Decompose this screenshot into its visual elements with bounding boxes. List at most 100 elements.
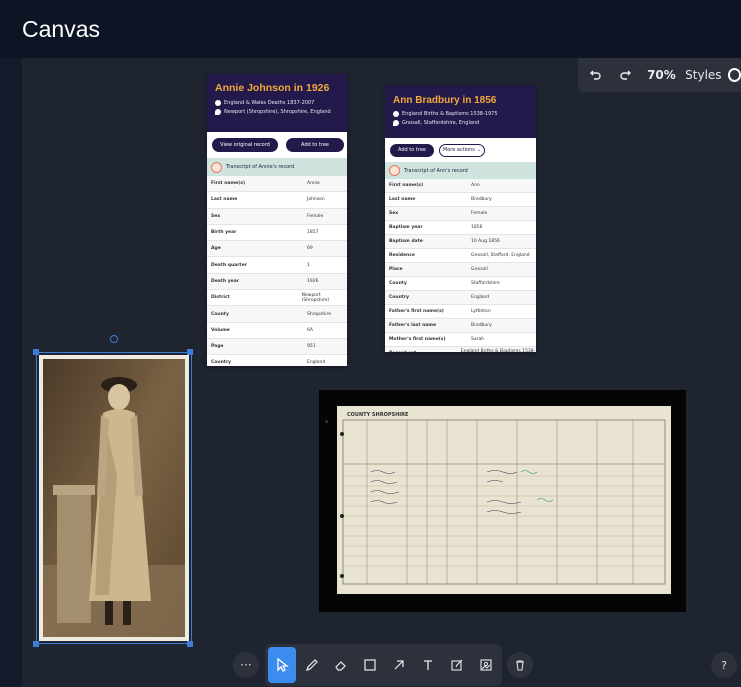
help-label: ?: [721, 658, 727, 672]
field-label: County: [389, 281, 407, 286]
table-row: District Newport (Shropshire): [207, 290, 347, 307]
pen-tool[interactable]: [299, 651, 325, 679]
field-label: Father's first name(s): [389, 309, 444, 314]
field-label: Death year: [211, 278, 239, 284]
drawing-toolbar: [265, 644, 502, 686]
more-actions-label: More actions: [442, 147, 475, 153]
field-label: Residence: [389, 253, 415, 258]
field-value: Ann: [471, 183, 480, 188]
transcript-icon: [211, 161, 222, 173]
note-tool[interactable]: [444, 651, 470, 679]
card-place: Newport (Shropshire), Shropshire, Englan…: [215, 109, 339, 115]
field-value: 951: [307, 344, 316, 350]
portrait-photo[interactable]: [39, 355, 189, 641]
table-row: Country England: [385, 291, 536, 305]
transcript-icon: [389, 165, 400, 176]
table-row: Volume 6A: [207, 323, 347, 339]
table-row: Sex Female: [207, 208, 347, 225]
record-card-ann[interactable]: Ann Bradbury in 1856 England Births & Ba…: [385, 86, 536, 352]
table-row: Death year 1926: [207, 273, 347, 291]
styles-circle-icon[interactable]: [727, 68, 741, 82]
card-title: Annie Johnson in 1926: [215, 82, 330, 94]
field-label: Baptism year: [389, 225, 423, 230]
field-value: England Births & Baptisms 1538-1975: [460, 348, 536, 353]
undo-icon[interactable]: [584, 62, 609, 88]
field-value: 6A: [307, 327, 313, 333]
delete-button[interactable]: [507, 652, 533, 678]
transcript-label: Transcript of Annie's record: [226, 164, 295, 170]
table-row: Record setEngland Births & Baptisms 1538…: [385, 347, 536, 352]
text-tool[interactable]: [415, 651, 441, 679]
redo-icon[interactable]: [613, 62, 638, 88]
rectangle-tool[interactable]: [357, 651, 383, 679]
table-row: Baptism year 1856: [385, 221, 536, 235]
resize-handle-tr[interactable]: [187, 349, 193, 355]
resize-handle-bl[interactable]: [33, 641, 39, 647]
view-original-button[interactable]: View original record: [212, 138, 278, 152]
place-text: Gnosall, Staffordshire, England: [402, 120, 480, 126]
field-value: Annie: [307, 181, 320, 187]
field-label: Last name: [389, 197, 416, 202]
location-icon: [215, 109, 221, 115]
eraser-icon: [335, 661, 346, 671]
more-options-button[interactable]: ···: [233, 652, 259, 678]
rotate-handle[interactable]: [110, 335, 118, 343]
add-to-tree-label: Add to tree: [398, 147, 426, 153]
select-tool[interactable]: [268, 647, 296, 683]
field-label: Sex: [211, 213, 221, 219]
field-value: Sarah: [471, 337, 485, 342]
field-value: England: [307, 360, 326, 366]
card-actions: View original record Add to tree: [207, 132, 347, 158]
table-row: Page 951: [207, 338, 347, 356]
rectangle-icon: [364, 659, 376, 671]
field-value: Johnson: [307, 197, 325, 203]
transcript-header: Transcript of Annie's record: [207, 158, 347, 176]
styles-button[interactable]: Styles: [685, 68, 721, 82]
field-value: Gnosall, Stafford, England: [471, 253, 530, 258]
field-label: County: [211, 311, 229, 317]
table-row: Last name Johnson: [207, 192, 347, 209]
image-icon: [480, 659, 492, 671]
add-to-tree-label: Add to tree: [301, 142, 329, 148]
table-row: County Shropshire: [207, 306, 347, 323]
resize-handle-br[interactable]: [187, 641, 193, 647]
add-to-tree-button[interactable]: Add to tree: [390, 143, 434, 157]
globe-icon: [393, 111, 399, 117]
eraser-tool[interactable]: [328, 651, 354, 679]
table-row: First name(s) Ann: [385, 179, 536, 193]
census-document-image[interactable]: COUNTY SHROPSHIRE: [319, 390, 686, 612]
arrow-icon: [394, 660, 404, 670]
help-button[interactable]: ?: [711, 652, 737, 678]
zoom-level[interactable]: 70%: [647, 68, 679, 82]
table-row: First name(s) Annie: [207, 176, 347, 193]
image-tool[interactable]: [473, 651, 499, 679]
table-row: Mother's first name(s) Sarah: [385, 333, 536, 347]
table-row: Birth year 1857: [207, 225, 347, 242]
arrow-tool[interactable]: [386, 651, 412, 679]
card-header: Ann Bradbury in 1856 England Births & Ba…: [385, 86, 536, 138]
resize-handle-tl[interactable]: [33, 349, 39, 355]
card-collection: England & Wales Deaths 1837-2007: [215, 100, 339, 106]
field-label: Death quarter: [211, 262, 247, 268]
add-to-tree-button[interactable]: Add to tree: [286, 138, 344, 152]
field-label: Sex: [389, 211, 399, 216]
globe-icon: [215, 100, 221, 106]
trash-icon: [516, 660, 524, 671]
app-header: Canvas: [0, 0, 741, 58]
field-value: England: [471, 295, 490, 300]
field-value: Gnosall: [471, 267, 488, 272]
collection-text: England & Wales Deaths 1837-2007: [224, 100, 315, 106]
field-label: Page: [211, 344, 224, 350]
field-label: Record set: [385, 351, 461, 352]
field-value: Bradbury: [471, 323, 492, 328]
field-value: 1856: [471, 225, 483, 230]
card-collection: England Births & Baptisms 1538-1975: [393, 111, 528, 117]
card-place: Gnosall, Staffordshire, England: [393, 120, 528, 126]
selected-photo-frame[interactable]: [36, 352, 192, 644]
view-original-label: View original record: [220, 142, 270, 148]
table-row: Death quarter 1: [207, 257, 347, 274]
field-label: Place: [389, 267, 403, 272]
table-row: Age 69: [207, 241, 347, 258]
more-actions-button[interactable]: More actions ⌄: [439, 143, 485, 157]
record-card-annie[interactable]: Annie Johnson in 1926 England & Wales De…: [207, 74, 347, 366]
